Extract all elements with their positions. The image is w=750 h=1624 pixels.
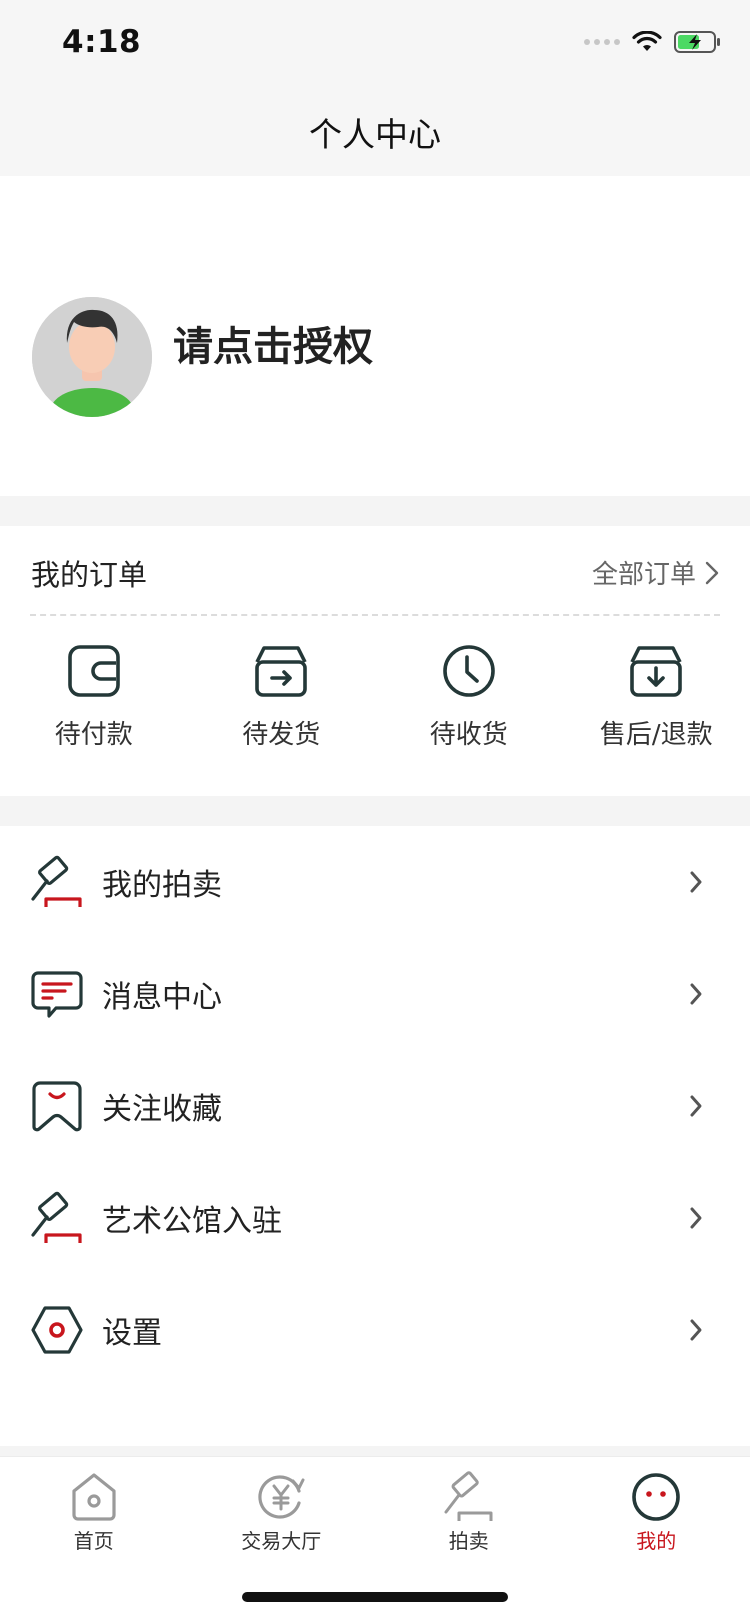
chevron-right-icon (705, 561, 719, 584)
order-label: 待付款 (54, 720, 133, 750)
chevron-right-icon (690, 983, 702, 1005)
menu-label: 关注收藏 (102, 1092, 222, 1127)
status-icons (584, 30, 722, 54)
status-bar: 4:18 (0, 0, 750, 88)
chevron-right-icon (690, 871, 702, 893)
orders-title: 我的订单 (31, 558, 148, 592)
tab-label: 首页 (73, 1529, 114, 1553)
tab-label: 拍卖 (448, 1529, 489, 1553)
chevron-right-icon (690, 1095, 702, 1117)
ship-box-icon (255, 646, 308, 697)
order-pending-payment[interactable]: 待付款 (0, 642, 188, 751)
chevron-right-icon (690, 1207, 702, 1229)
menu-label: 我的拍卖 (102, 868, 222, 903)
menu-item-art-gallery-join[interactable]: 艺术公馆入驻 (0, 1162, 750, 1274)
profile-card[interactable]: 请点击授权 (0, 176, 750, 496)
all-orders-label: 全部订单 (591, 560, 696, 590)
tab-auction[interactable]: 拍卖 (375, 1471, 563, 1554)
face-icon (632, 1473, 681, 1521)
divider (30, 614, 720, 616)
order-label: 售后/退款 (599, 720, 713, 750)
yuan-exchange-icon (258, 1475, 305, 1519)
return-box-icon (630, 646, 683, 697)
order-label: 待收货 (429, 720, 508, 750)
menu-item-settings[interactable]: 设置 (0, 1274, 750, 1386)
wifi-icon (632, 31, 662, 51)
status-time: 4:18 (62, 24, 142, 60)
clock-icon (442, 645, 495, 697)
wallet-icon (67, 645, 120, 697)
page-title: 个人中心 (309, 115, 441, 154)
gavel-icon (31, 1191, 82, 1243)
menu-label: 设置 (102, 1316, 162, 1351)
favorite-icon (32, 1081, 82, 1132)
gavel-icon (31, 855, 82, 907)
chevron-right-icon (690, 1319, 702, 1341)
menu-list: 我的拍卖 消息中心 关注收藏 艺术公馆入驻 设置 (0, 826, 750, 1446)
profile-name[interactable]: 请点击授权 (173, 314, 373, 372)
tab-mine[interactable]: 我的 (563, 1471, 750, 1554)
order-pending-shipment[interactable]: 待发货 (188, 642, 376, 751)
menu-item-my-auctions[interactable]: 我的拍卖 (0, 826, 750, 938)
all-orders-link[interactable]: 全部订单 (592, 554, 720, 591)
home-icon (72, 1473, 116, 1521)
nav-bar: 个人中心 (0, 88, 750, 176)
cellular-signal-icon (584, 39, 620, 45)
message-icon (31, 971, 83, 1018)
tab-home[interactable]: 首页 (0, 1471, 188, 1554)
order-after-sales[interactable]: 售后/退款 (563, 642, 750, 751)
tab-trading-hall[interactable]: 交易大厅 (188, 1471, 376, 1554)
settings-icon (31, 1306, 83, 1354)
menu-label: 艺术公馆入驻 (102, 1204, 282, 1239)
tab-label: 我的 (636, 1529, 677, 1553)
menu-item-message-center[interactable]: 消息中心 (0, 938, 750, 1050)
menu-item-favorites[interactable]: 关注收藏 (0, 1050, 750, 1162)
order-pending-receipt[interactable]: 待收货 (375, 642, 563, 751)
order-status-row: 待付款 待发货 待收货 售后/退款 (0, 642, 750, 751)
gavel-icon (444, 1471, 493, 1521)
menu-label: 消息中心 (102, 980, 222, 1015)
default-avatar-icon (32, 297, 152, 417)
home-indicator (242, 1592, 508, 1602)
battery-icon (674, 31, 720, 53)
avatar[interactable] (32, 297, 152, 417)
tab-label: 交易大厅 (241, 1529, 322, 1553)
orders-section: 我的订单 全部订单 待付款 待发货 待收货 售后/退款 (0, 526, 750, 796)
order-label: 待发货 (242, 720, 321, 750)
